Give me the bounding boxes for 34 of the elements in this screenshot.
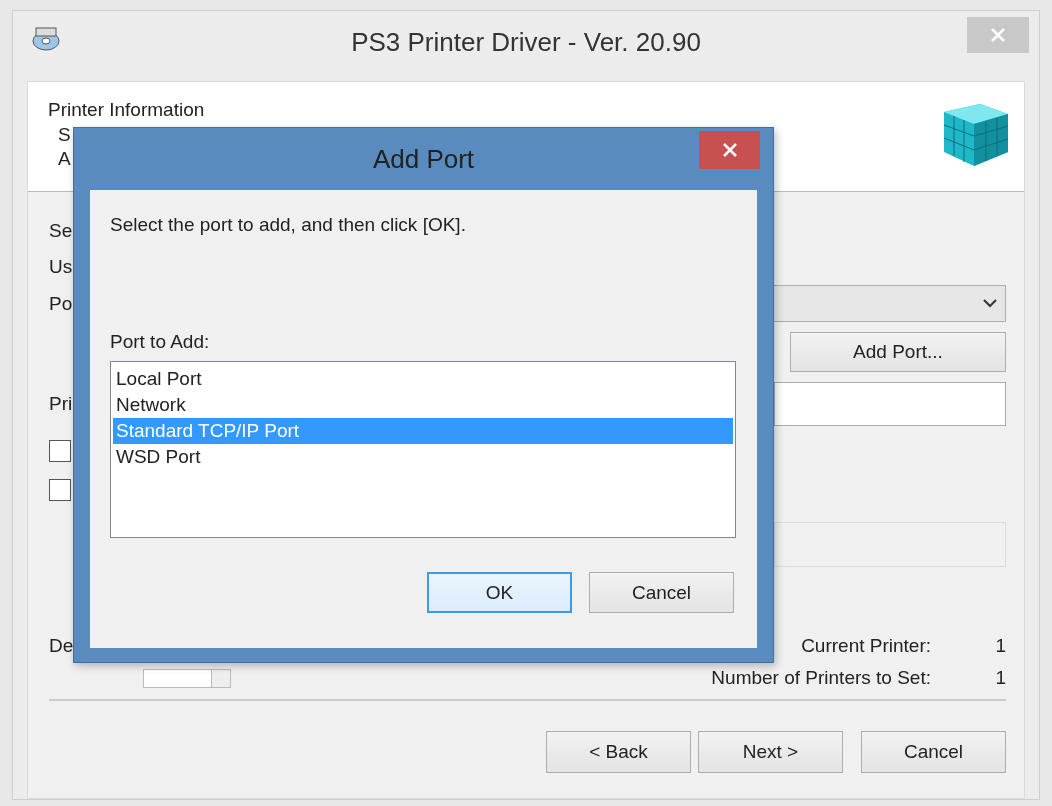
count-label: Current Printer:	[800, 635, 931, 657]
spinner-field[interactable]	[143, 668, 231, 688]
close-button[interactable]	[699, 131, 760, 169]
instruction-text: Select the port to add, and then click [OK].	[110, 214, 467, 236]
wizard-button[interactable]: < Back	[546, 731, 691, 773]
field-label: Po	[49, 292, 73, 315]
header-title: Printer Information	[48, 98, 206, 122]
header-text: S	[58, 123, 71, 147]
chevron-down-icon	[983, 299, 997, 308]
count-label: Number of Printers to Set:	[710, 667, 931, 689]
list-label: Port to Add:	[110, 331, 211, 353]
printer-name-field[interactable]	[774, 382, 1006, 426]
port-list-item[interactable]: WSD Port	[113, 444, 733, 470]
close-icon	[721, 142, 738, 158]
wizard-button[interactable]: Cancel	[861, 731, 1006, 773]
window-title: PS3 Printer Driver - Ver. 20.90	[351, 26, 701, 58]
field-label: De	[49, 635, 74, 657]
dialog-title: Add Port	[372, 143, 475, 175]
close-icon	[990, 27, 1006, 43]
field-label: Us	[49, 256, 73, 278]
checkbox[interactable]	[49, 440, 71, 462]
port-list[interactable]: Local Port Network Standard TCP/IP Port WSD Port	[110, 361, 736, 538]
dialog-button[interactable]: OK	[427, 572, 572, 613]
field-label: Se	[49, 220, 73, 242]
port-list-item[interactable]: Network	[113, 392, 733, 418]
wizard-button[interactable]: Next >	[698, 731, 843, 773]
port-list-item[interactable]: Local Port	[113, 366, 733, 392]
count-value: 1	[994, 667, 1006, 689]
header-text: A	[58, 147, 71, 171]
dialog-button[interactable]: Cancel	[589, 572, 734, 613]
count-value: 1	[994, 635, 1006, 657]
add-port-button[interactable]: Add Port...	[790, 332, 1006, 372]
field-label: Pri	[49, 393, 73, 415]
checkbox[interactable]	[49, 479, 71, 501]
